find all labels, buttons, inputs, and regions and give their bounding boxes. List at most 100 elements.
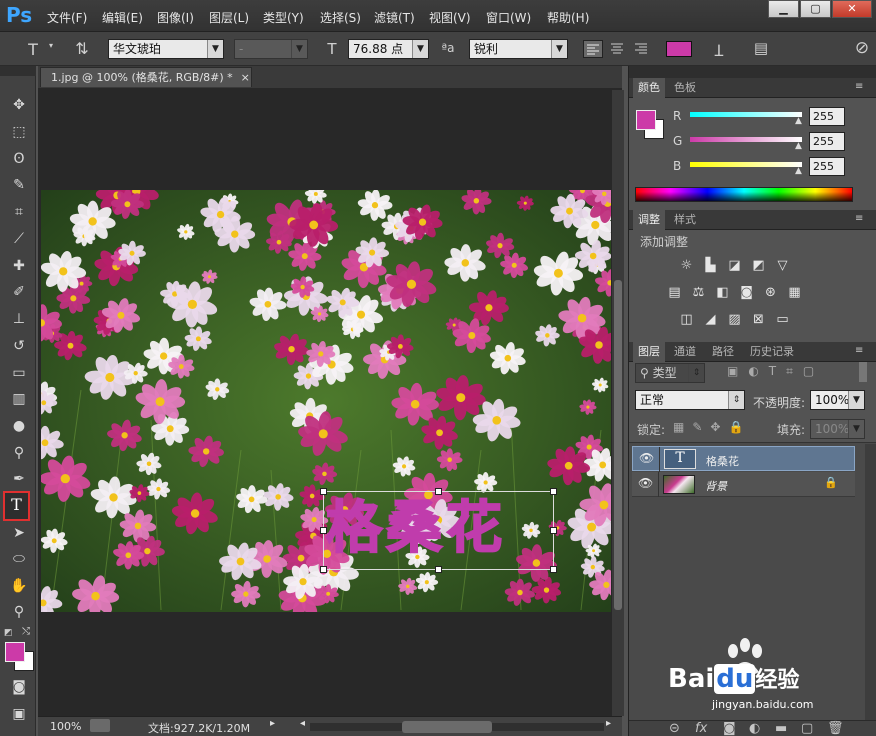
curves-icon[interactable]: ◪ — [726, 258, 743, 273]
scroll-right-icon[interactable]: ▸ — [606, 718, 611, 729]
transform-handle[interactable] — [550, 527, 557, 534]
visibility-eye-icon[interactable]: 👁 — [638, 476, 653, 490]
menu-file[interactable]: 文件(F) — [47, 9, 87, 26]
antialias-select[interactable]: 锐利 ▼ — [469, 39, 568, 59]
photo-filter-icon[interactable]: ◙ — [738, 285, 755, 300]
invert-icon[interactable]: ◫ — [678, 312, 695, 327]
menu-select[interactable]: 选择(S) — [320, 9, 361, 26]
brightness-icon[interactable]: ☼ — [678, 258, 695, 273]
threshold-icon[interactable]: ▨ — [726, 312, 743, 327]
align-right-button[interactable] — [632, 40, 652, 58]
transform-handle[interactable] — [550, 488, 557, 495]
menu-view[interactable]: 视图(V) — [429, 9, 471, 26]
history-brush-tool-icon[interactable]: ↺ — [6, 335, 32, 357]
font-family-select[interactable]: 华文琥珀 ▼ — [108, 39, 224, 59]
transform-handle[interactable] — [435, 566, 442, 573]
slider-thumb-icon[interactable]: ▲ — [795, 116, 802, 126]
layer-style-icon[interactable]: fx — [695, 721, 707, 736]
layer-filter-select[interactable]: ⚲ 类型 ⇕ — [635, 363, 705, 383]
status-menu-arrow-icon[interactable]: ▸ — [270, 718, 275, 729]
channel-b-slider[interactable] — [690, 162, 802, 167]
font-style-select[interactable]: - ▼ — [234, 39, 308, 59]
transform-handle[interactable] — [320, 527, 327, 534]
vibrance-icon[interactable]: ▽ — [774, 258, 791, 273]
quick-select-tool-icon[interactable]: ✎ — [6, 174, 32, 196]
selective-color-icon[interactable]: ⊠ — [750, 312, 767, 327]
menu-image[interactable]: 图像(I) — [157, 9, 194, 26]
color-lookup-icon[interactable]: ▦ — [786, 285, 803, 300]
transform-handle[interactable] — [435, 488, 442, 495]
text-orientation-icon[interactable]: ⇅ — [71, 39, 93, 58]
panel-menu-icon[interactable]: ≡ — [855, 345, 863, 356]
warp-text-icon[interactable]: Ʇ — [708, 39, 730, 61]
quick-mask-icon[interactable]: ◙ — [6, 676, 32, 698]
link-layers-icon[interactable]: ⊝ — [669, 721, 680, 736]
horizontal-scroll-thumb[interactable] — [402, 721, 492, 733]
vertical-scrollbar[interactable] — [612, 90, 624, 716]
zoom-tool-icon[interactable]: ⚲ — [6, 601, 32, 623]
marquee-tool-icon[interactable]: ⬚ — [6, 121, 32, 143]
blend-mode-select[interactable]: 正常 ⇕ — [635, 390, 745, 410]
eraser-tool-icon[interactable]: ▭ — [6, 362, 32, 384]
tab-styles[interactable]: 样式 — [669, 210, 701, 230]
channel-g-slider[interactable] — [690, 137, 802, 142]
blur-tool-icon[interactable]: ● — [6, 415, 32, 437]
color-balance-icon[interactable]: ⚖ — [690, 285, 707, 300]
text-color-swatch[interactable] — [666, 41, 692, 57]
fill-input[interactable]: 100% ▼ — [810, 419, 865, 439]
tab-channels[interactable]: 通道 — [669, 342, 701, 362]
document-tab[interactable]: 1.jpg @ 100% (格桑花, RGB/8#) * × — [40, 67, 252, 87]
transform-handle[interactable] — [320, 488, 327, 495]
menu-filter[interactable]: 滤镜(T) — [374, 9, 415, 26]
scroll-left-icon[interactable]: ◂ — [300, 718, 305, 729]
layer-row-text[interactable]: 👁 T 格桑花 — [632, 446, 855, 472]
panel-menu-icon[interactable]: ≡ — [855, 81, 863, 92]
menu-window[interactable]: 窗口(W) — [486, 9, 531, 26]
new-layer-icon[interactable]: ▢ — [801, 721, 813, 736]
layer-name[interactable]: 背景 — [705, 478, 727, 494]
transform-handle[interactable] — [550, 566, 557, 573]
hue-saturation-icon[interactable]: ▤ — [666, 285, 683, 300]
channel-r-slider[interactable] — [690, 112, 802, 117]
font-size-select[interactable]: 76.88 点 ▼ — [348, 39, 429, 59]
hand-tool-icon[interactable]: ✋ — [6, 575, 32, 597]
posterize-icon[interactable]: ◢ — [702, 312, 719, 327]
levels-icon[interactable]: ▙ — [702, 258, 719, 273]
tab-color[interactable]: 颜色 — [633, 78, 665, 98]
channel-g-input[interactable]: 255 — [809, 132, 845, 151]
gradient-tool-icon[interactable]: ▥ — [6, 388, 32, 410]
layer-row-background[interactable]: 👁 背景 🔒 — [632, 472, 855, 497]
channel-b-input[interactable]: 255 — [809, 157, 845, 176]
black-white-icon[interactable]: ◧ — [714, 285, 731, 300]
screen-mode-icon[interactable]: ▣ — [6, 703, 32, 725]
menu-layer[interactable]: 图层(L) — [209, 9, 249, 26]
delete-layer-icon[interactable]: 🗑 — [827, 721, 844, 736]
clone-stamp-tool-icon[interactable]: ⊥ — [6, 308, 32, 330]
chevron-down-icon[interactable]: ▾ — [46, 41, 56, 50]
default-colors-icon[interactable]: ◩ — [4, 628, 13, 638]
pen-tool-icon[interactable]: ✒ — [6, 468, 32, 490]
minimize-button[interactable]: ▁ — [768, 0, 799, 18]
tab-swatches[interactable]: 色板 — [669, 78, 701, 98]
filter-toggle[interactable] — [859, 362, 867, 382]
exposure-icon[interactable]: ◩ — [750, 258, 767, 273]
layer-mask-icon[interactable]: ◙ — [723, 721, 736, 736]
tab-paths[interactable]: 路径 — [707, 342, 739, 362]
adjustment-layer-icon[interactable]: ◐ — [749, 721, 760, 736]
text-tool-button[interactable]: T — [3, 491, 30, 521]
character-panel-icon[interactable]: ▤ — [750, 39, 772, 57]
channel-mixer-icon[interactable]: ⊛ — [762, 285, 779, 300]
layer-filter-icons[interactable]: ▣◐T⌗▢ — [727, 364, 824, 379]
zoom-level[interactable]: 100% — [50, 720, 81, 733]
move-tool-icon[interactable]: ✥ — [6, 94, 32, 116]
color-spectrum-bar[interactable] — [635, 187, 853, 202]
visibility-eye-icon[interactable]: 👁 — [639, 451, 654, 465]
text-tool-preset-icon[interactable]: T — [22, 40, 44, 59]
lasso-tool-icon[interactable]: ʘ — [6, 148, 32, 170]
align-center-button[interactable] — [608, 40, 628, 58]
color-foreground-swatch[interactable] — [636, 110, 656, 130]
gradient-map-icon[interactable]: ▭ — [774, 312, 791, 327]
menu-help[interactable]: 帮助(H) — [547, 9, 589, 26]
brush-tool-icon[interactable]: ✐ — [6, 281, 32, 303]
cancel-icon[interactable]: ⊘ — [852, 38, 872, 58]
